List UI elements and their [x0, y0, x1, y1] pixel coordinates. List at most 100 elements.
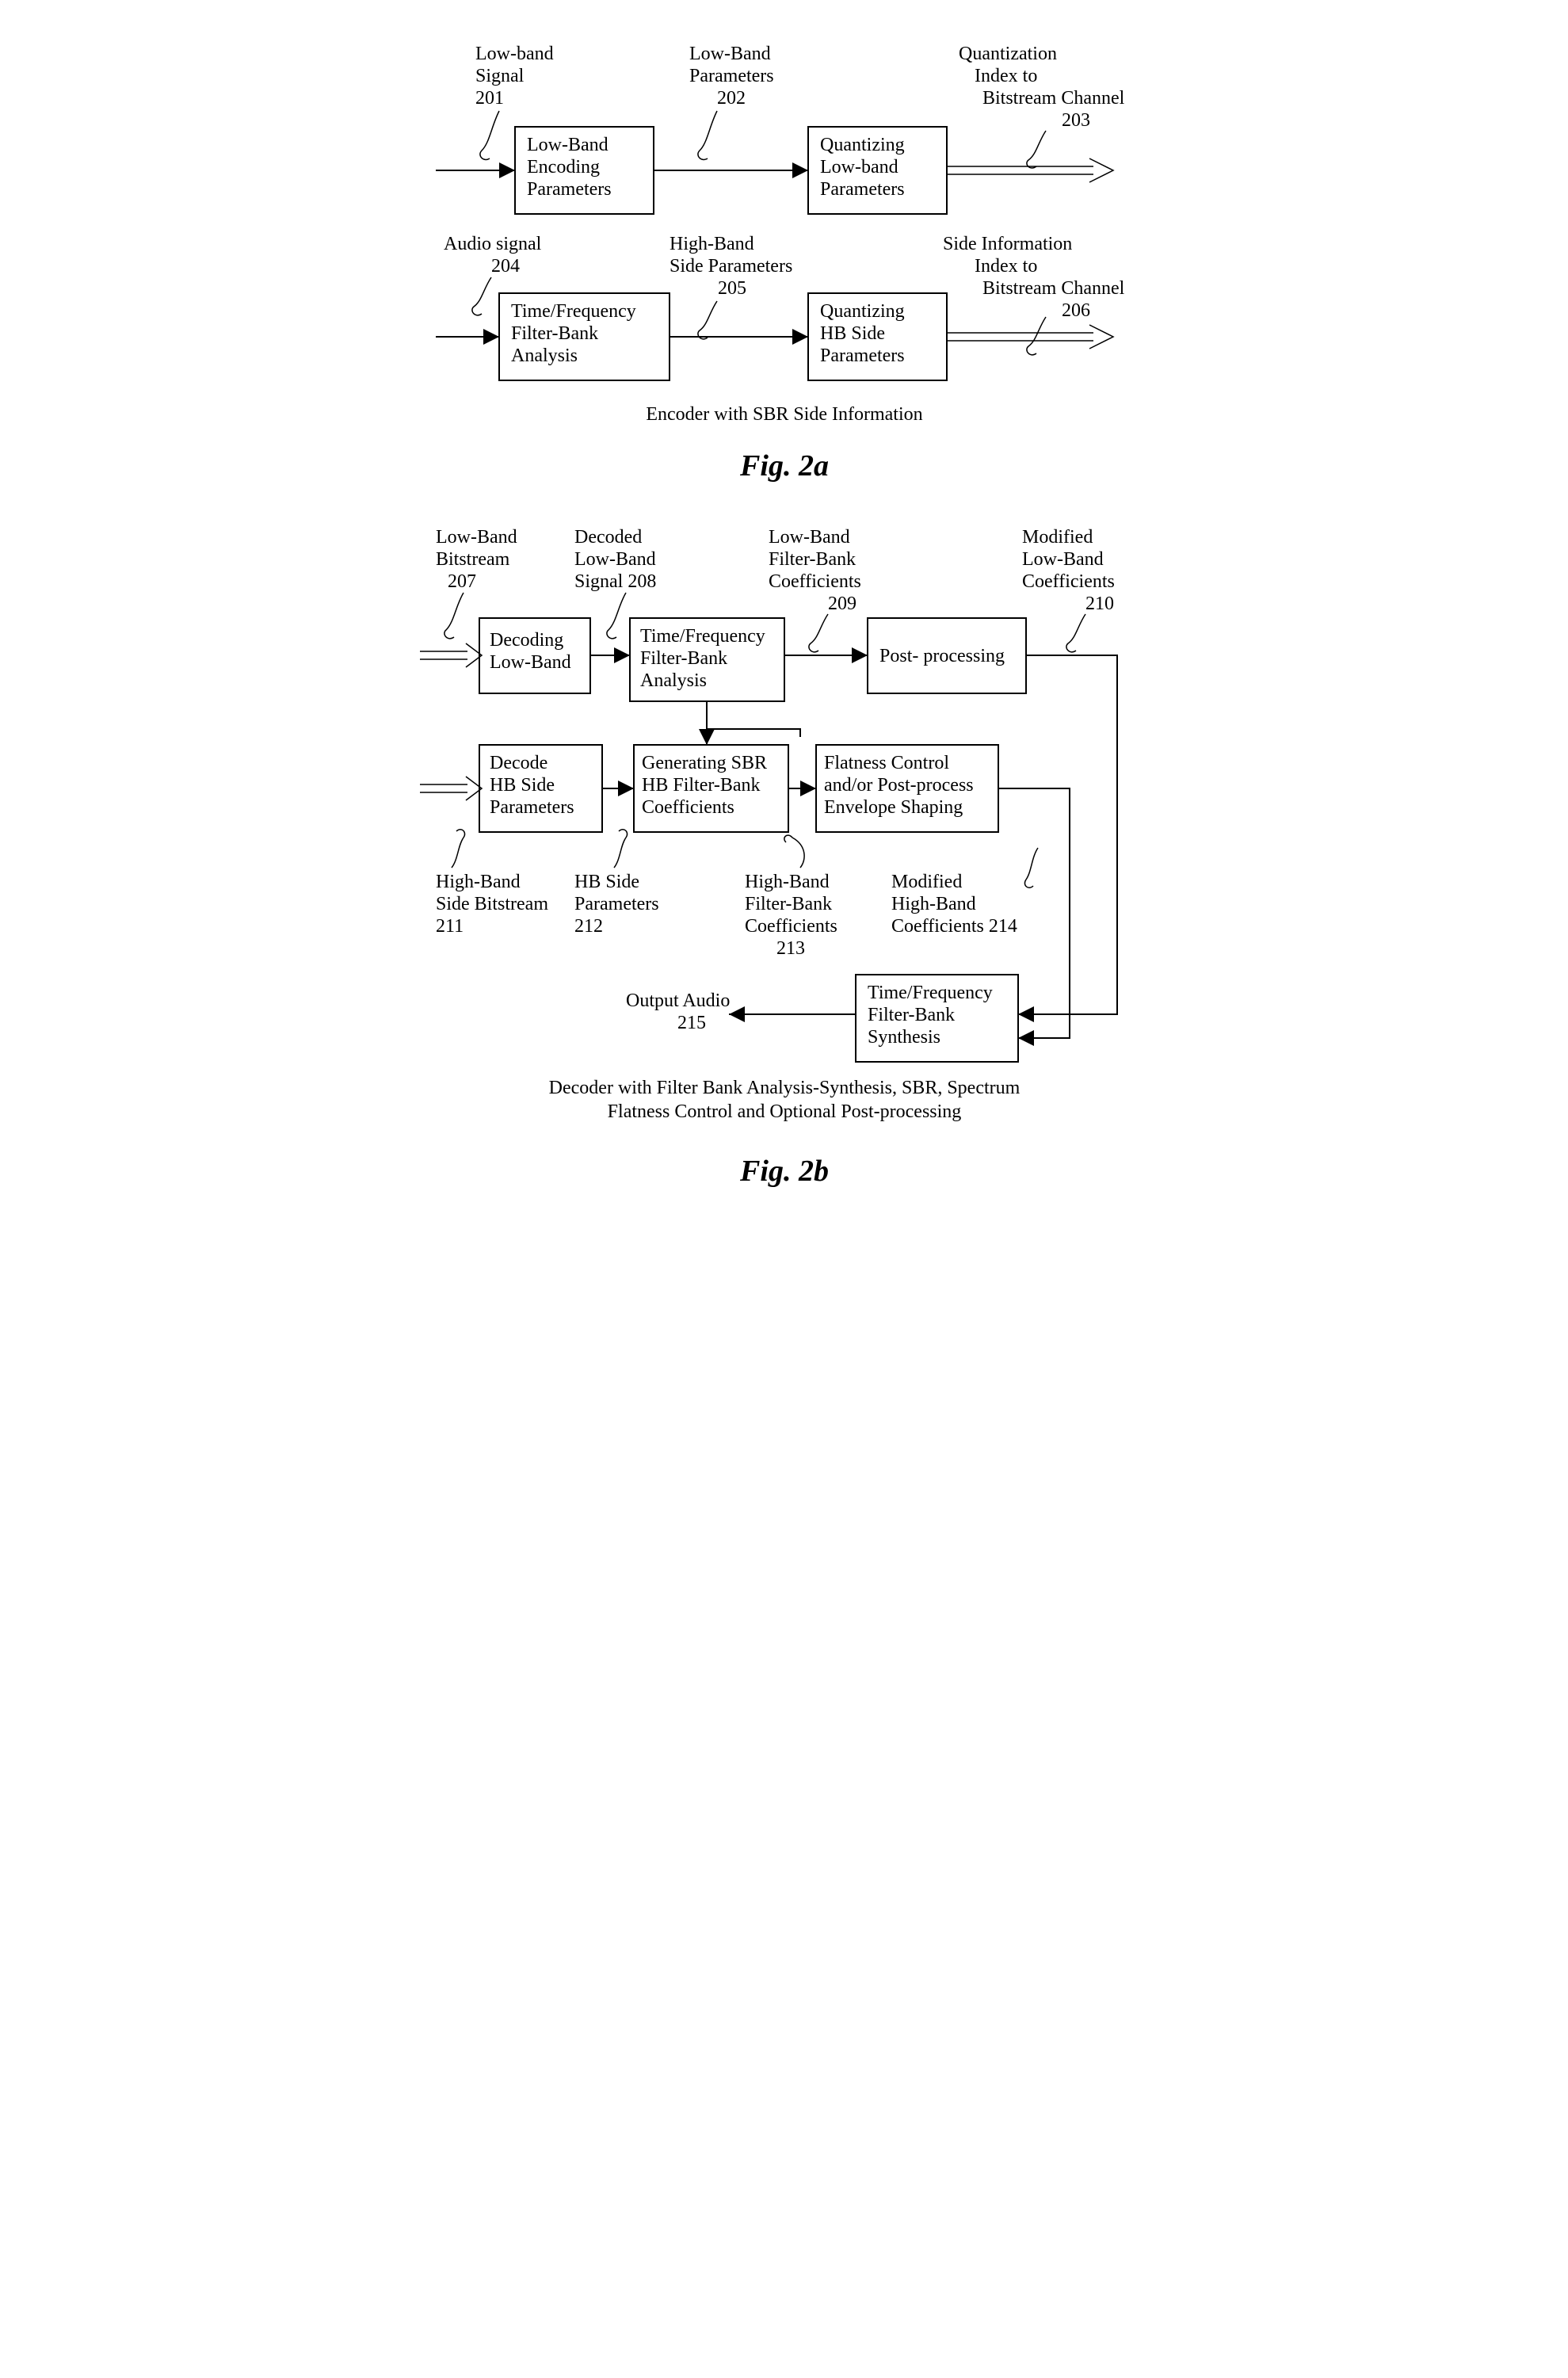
box-gen-sbr-t2: HB Filter-Bank	[642, 775, 761, 796]
svg-text:Parameters: Parameters	[574, 894, 659, 914]
box-gen-sbr-t1: Generating SBR	[642, 753, 767, 773]
box-dec-lb-t2: Low-Band	[490, 652, 571, 673]
label-207: Low-Band Bitstream 207	[436, 527, 517, 639]
box-dec-lb-t1: Decoding	[490, 630, 563, 651]
double-arrow-in-hb	[420, 777, 482, 800]
svg-text:209: 209	[828, 594, 856, 614]
svg-text:Modified: Modified	[891, 872, 962, 892]
svg-text:Coefficients: Coefficients	[769, 571, 861, 592]
svg-text:Low-Band: Low-Band	[769, 527, 850, 548]
label-211: High-Band Side Bitstream 211	[436, 830, 548, 937]
svg-text:Low-Band: Low-Band	[1022, 549, 1104, 570]
svg-text:Side Information: Side Information	[943, 234, 1072, 254]
svg-text:Coefficients 214: Coefficients 214	[891, 916, 1017, 937]
box-tf-synth-t2: Filter-Bank	[868, 1005, 955, 1025]
fig-2a: Low-band Signal 201 Low-Band Parameters …	[404, 32, 1165, 507]
svg-text:HB Side: HB Side	[574, 872, 639, 892]
box-tf-synth-t3: Synthesis	[868, 1027, 940, 1048]
caption-2b-l2: Flatness Control and Optional Post-proce…	[607, 1101, 961, 1122]
svg-text:201: 201	[475, 88, 504, 109]
label-214: Modified High-Band Coefficients 214	[891, 848, 1038, 937]
svg-text:Index to: Index to	[975, 256, 1037, 277]
svg-text:Quantization: Quantization	[959, 44, 1057, 64]
svg-text:211: 211	[436, 916, 464, 937]
label-202: Low-Band Parameters 202	[689, 44, 774, 159]
svg-text:Bitstream Channel: Bitstream Channel	[982, 88, 1125, 109]
box-flatness-t1: Flatness Control	[824, 753, 949, 773]
box-dec-hb-t1: Decode	[490, 753, 547, 773]
svg-text:Audio signal: Audio signal	[444, 234, 542, 254]
svg-text:207: 207	[448, 571, 476, 592]
box-post-proc-t1: Post- processing	[879, 646, 1005, 666]
svg-text:Coefficients: Coefficients	[1022, 571, 1115, 592]
svg-text:Bitstream: Bitstream	[436, 549, 510, 570]
svg-text:Low-Band: Low-Band	[574, 549, 656, 570]
svg-text:Bitstream Channel: Bitstream Channel	[982, 278, 1125, 299]
svg-text:212: 212	[574, 916, 603, 937]
svg-text:Filter-Bank: Filter-Bank	[769, 549, 856, 570]
box-tf-analysis-b-t1: Time/Frequency	[640, 626, 765, 647]
box-tf-analysis-b-t2: Filter-Bank	[640, 648, 727, 669]
box-quant-lb-t1: Quantizing	[820, 135, 905, 155]
box-tf-analysis-a-t2: Filter-Bank	[511, 323, 598, 344]
label-206: Side Information Index to Bitstream Chan…	[943, 234, 1125, 355]
svg-text:Signal: Signal	[475, 66, 525, 86]
box-dec-hb-t2: HB Side	[490, 775, 555, 796]
fig-title-2b: Fig. 2b	[739, 1155, 829, 1188]
box-gen-sbr-t3: Coefficients	[642, 797, 734, 818]
svg-text:202: 202	[717, 88, 746, 109]
double-arrow-in-lb	[420, 643, 482, 667]
box-tf-synth-t1: Time/Frequency	[868, 983, 993, 1003]
label-205: High-Band Side Parameters 205	[670, 234, 792, 339]
label-213: High-Band Filter-Bank Coefficients 213	[745, 835, 837, 959]
label-215-num: 215	[677, 1013, 706, 1033]
svg-text:Side Bitstream: Side Bitstream	[436, 894, 548, 914]
fig-2b: Low-Band Bitstream 207 Decoded Low-Band …	[404, 507, 1165, 1220]
svg-text:205: 205	[718, 278, 746, 299]
label-210: Modified Low-Band Coefficients 210	[1022, 527, 1115, 652]
box-flatness-t3: Envelope Shaping	[824, 797, 963, 818]
box-quant-hb-t3: Parameters	[820, 345, 905, 366]
svg-text:High-Band: High-Band	[670, 234, 754, 254]
label-212: HB Side Parameters 212	[574, 830, 659, 937]
svg-text:Side Parameters: Side Parameters	[670, 256, 792, 277]
svg-text:Decoded: Decoded	[574, 527, 642, 548]
svg-text:Modified: Modified	[1022, 527, 1093, 548]
svg-text:High-Band: High-Band	[891, 894, 976, 914]
svg-text:High-Band: High-Band	[436, 872, 521, 892]
label-215-text: Output Audio	[626, 991, 730, 1011]
svg-text:210: 210	[1085, 594, 1114, 614]
svg-text:Signal 208: Signal 208	[574, 571, 656, 592]
box-quant-lb-t2: Low-band	[820, 157, 898, 177]
path-tf-down	[707, 701, 800, 737]
box-tf-analysis-a-t1: Time/Frequency	[511, 301, 636, 322]
box-quant-lb-t3: Parameters	[820, 179, 905, 200]
box-tf-analysis-b-t3: Analysis	[640, 670, 707, 691]
arrow-flat-synth	[998, 788, 1070, 1038]
caption-2b-l1: Decoder with Filter Bank Analysis-Synthe…	[548, 1078, 1020, 1098]
label-208: Decoded Low-Band Signal 208	[574, 527, 656, 639]
box-dec-hb-t3: Parameters	[490, 797, 574, 818]
double-arrow-203	[947, 158, 1113, 182]
label-209: Low-Band Filter-Bank Coefficients 209	[769, 527, 861, 652]
label-203: Quantization Index to Bitstream Channel …	[959, 44, 1125, 168]
caption-2a: Encoder with SBR Side Information	[646, 404, 922, 425]
svg-text:Filter-Bank: Filter-Bank	[745, 894, 832, 914]
svg-text:Parameters: Parameters	[689, 66, 774, 86]
svg-text:High-Band: High-Band	[745, 872, 830, 892]
box-flatness-t2: and/or Post-process	[824, 775, 974, 796]
svg-text:213: 213	[776, 938, 805, 959]
svg-text:204: 204	[491, 256, 520, 277]
svg-text:Low-Band: Low-Band	[436, 527, 517, 548]
arrow-post-synth	[1018, 655, 1117, 1014]
box-quant-hb-t1: Quantizing	[820, 301, 905, 322]
svg-text:206: 206	[1062, 300, 1090, 321]
svg-text:Index to: Index to	[975, 66, 1037, 86]
box-lb-enc-text1: Low-Band	[527, 135, 609, 155]
svg-text:Low-Band: Low-Band	[689, 44, 771, 64]
box-tf-analysis-a-t3: Analysis	[511, 345, 578, 366]
svg-text:203: 203	[1062, 110, 1090, 131]
fig-title-2a: Fig. 2a	[739, 449, 829, 483]
box-quant-hb-t2: HB Side	[820, 323, 885, 344]
svg-text:Coefficients: Coefficients	[745, 916, 837, 937]
